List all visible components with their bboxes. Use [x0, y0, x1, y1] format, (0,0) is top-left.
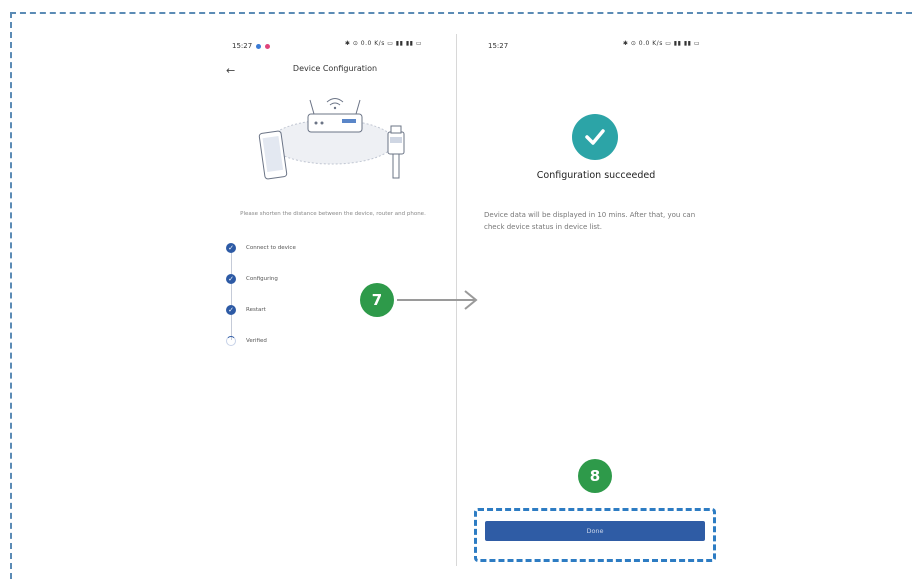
step-label: Restart: [246, 307, 266, 313]
device-router-phone-illustration: [258, 98, 405, 180]
right-status-bar: 15:27 ✱ ⊙ 0.0 K/s ▭ ▮▮ ▮▮ ▭: [488, 40, 700, 52]
check-circle-icon: ✓: [226, 274, 236, 284]
check-circle-icon: ✓: [226, 305, 236, 315]
step-8-badge: 8: [578, 459, 612, 493]
app-notification-icon: [256, 43, 262, 49]
back-arrow-icon[interactable]: ←: [226, 64, 235, 77]
right-arrow-icon: [397, 290, 478, 310]
step-label: Configuring: [246, 276, 278, 282]
status-time: 15:27: [488, 42, 509, 50]
loading-spinner-icon: [226, 336, 236, 346]
success-title: Configuration succeeded: [536, 170, 656, 181]
step-connect-to-device: ✓ Connect to device: [226, 243, 296, 253]
step-7-badge: 7: [360, 283, 394, 317]
done-button[interactable]: Done: [485, 521, 705, 541]
success-check-icon: [572, 114, 618, 160]
step-restart: ✓ Restart: [226, 305, 266, 315]
step-label: Verified: [246, 338, 267, 344]
status-icons: ✱ ⊙ 0.0 K/s ▭ ▮▮ ▮▮ ▭: [344, 40, 422, 47]
check-circle-icon: ✓: [226, 243, 236, 253]
status-time: 15:27: [232, 42, 253, 50]
progress-line: [230, 250, 232, 340]
page-title: Device Configuration: [292, 64, 378, 73]
success-description: Device data will be displayed in 10 mins…: [484, 211, 696, 231]
status-icons: ✱ ⊙ 0.0 K/s ▭ ▮▮ ▮▮ ▭: [622, 40, 700, 47]
distance-hint: Please shorten the distance between the …: [240, 211, 426, 217]
step-configuring: ✓ Configuring: [226, 274, 278, 284]
step-label: Connect to device: [246, 245, 296, 251]
app-notification-icon: [265, 43, 271, 49]
step-verified: Verified: [226, 336, 267, 346]
left-status-bar: 15:27 ✱ ⊙ 0.0 K/s ▭ ▮▮ ▮▮ ▭: [232, 40, 422, 52]
